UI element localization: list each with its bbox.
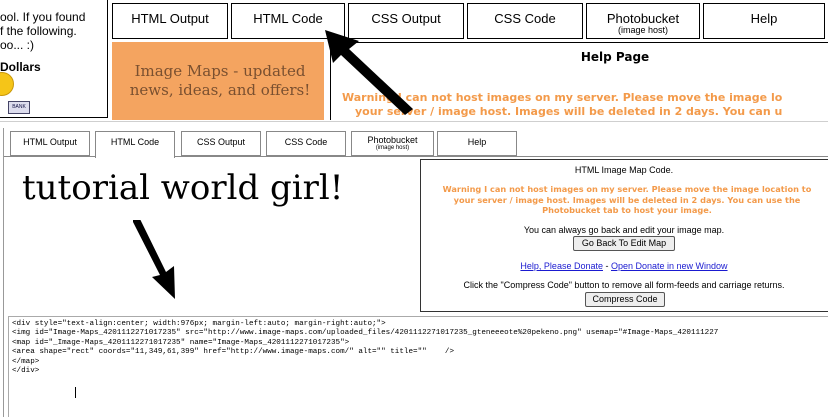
tab-help[interactable]: Help (703, 3, 825, 39)
intro-line-2: f the following. (0, 24, 77, 38)
code-line: <div style="text-align:center; width:976… (12, 320, 386, 328)
coin-icon (0, 72, 14, 96)
code-line: <img id="Image-Maps_4201112271017235" sr… (12, 329, 719, 338)
info-warning: Warning I can not host images on my serv… (442, 184, 812, 215)
tab-label: HTML Output (131, 11, 209, 26)
donate-link[interactable]: Help, Please Donate (520, 261, 603, 271)
tab-css-code[interactable]: CSS Code (266, 131, 346, 156)
tab-label: Photobucket (367, 135, 418, 145)
code-line: </div> (12, 367, 40, 376)
tab-sublabel: (image host) (617, 25, 669, 35)
tab-label: Photobucket (606, 11, 680, 26)
tab-html-code[interactable]: HTML Code (95, 131, 175, 158)
tab-label: HTML Code (253, 11, 323, 26)
compress-hint: Click the "Compress Code" button to remo… (463, 280, 785, 290)
tab-label: CSS Code (494, 11, 556, 26)
tab-label: CSS Output (371, 11, 441, 26)
tab-label: HTML Output (23, 137, 77, 147)
intro-line-1: ool. If you found (0, 10, 86, 24)
code-line: <area shape="rect" coords="11,349,61,399… (12, 348, 455, 357)
tab-help[interactable]: Help (437, 131, 517, 156)
tab-photobucket[interactable]: Photobucket (image host) (586, 3, 700, 39)
tab-label: CSS Output (196, 137, 246, 147)
promo-text: Image Maps - updated news, ideas, and of… (129, 62, 311, 99)
annotation-text: tutorial world girl! (22, 168, 344, 208)
donate-new-window-link[interactable]: Open Donate in new Window (611, 261, 728, 271)
help-warning-line-2: your server / image host. Images will be… (355, 105, 783, 118)
tab-photobucket[interactable]: Photobucket (image host) (351, 131, 434, 156)
donate-separator: - (602, 261, 611, 271)
arrow-icon (325, 30, 413, 115)
tab-html-output[interactable]: HTML Output (112, 3, 228, 39)
tab-css-code[interactable]: CSS Code (467, 3, 583, 39)
dollars-label: Dollars (0, 60, 41, 74)
info-title: HTML Image Map Code. (574, 165, 674, 175)
tab-css-output[interactable]: CSS Output (181, 131, 261, 156)
section-divider (0, 121, 828, 129)
tab-html-output[interactable]: HTML Output (10, 131, 90, 156)
tab-label: Help (467, 137, 487, 147)
code-line: <map id="_Image-Maps_4201112271017235" n… (12, 338, 350, 347)
help-page-title: Help Page (580, 50, 650, 64)
edit-hint: You can always go back and edit your ima… (523, 225, 725, 235)
text-cursor (75, 387, 76, 398)
donate-row: Help, Please Donate - Open Donate in new… (420, 261, 828, 271)
code-textarea[interactable]: <div style="text-align:center; width:976… (8, 316, 828, 417)
tab-label: CSS Code (284, 137, 328, 147)
top-left-panel: ool. If you found f the following. oo...… (0, 0, 108, 118)
tab-sublabel: (image host) (375, 145, 410, 151)
code-line: </map> (12, 357, 40, 366)
compress-code-button[interactable]: Compress Code (585, 292, 665, 307)
tab-label: HTML Code (110, 137, 160, 147)
tab-label: Help (750, 11, 778, 26)
arrow-icon (133, 220, 175, 299)
bank-badge[interactable]: BANK (8, 101, 30, 114)
go-back-button[interactable]: Go Back To Edit Map (573, 236, 675, 251)
intro-line-3: oo... :) (0, 38, 35, 52)
